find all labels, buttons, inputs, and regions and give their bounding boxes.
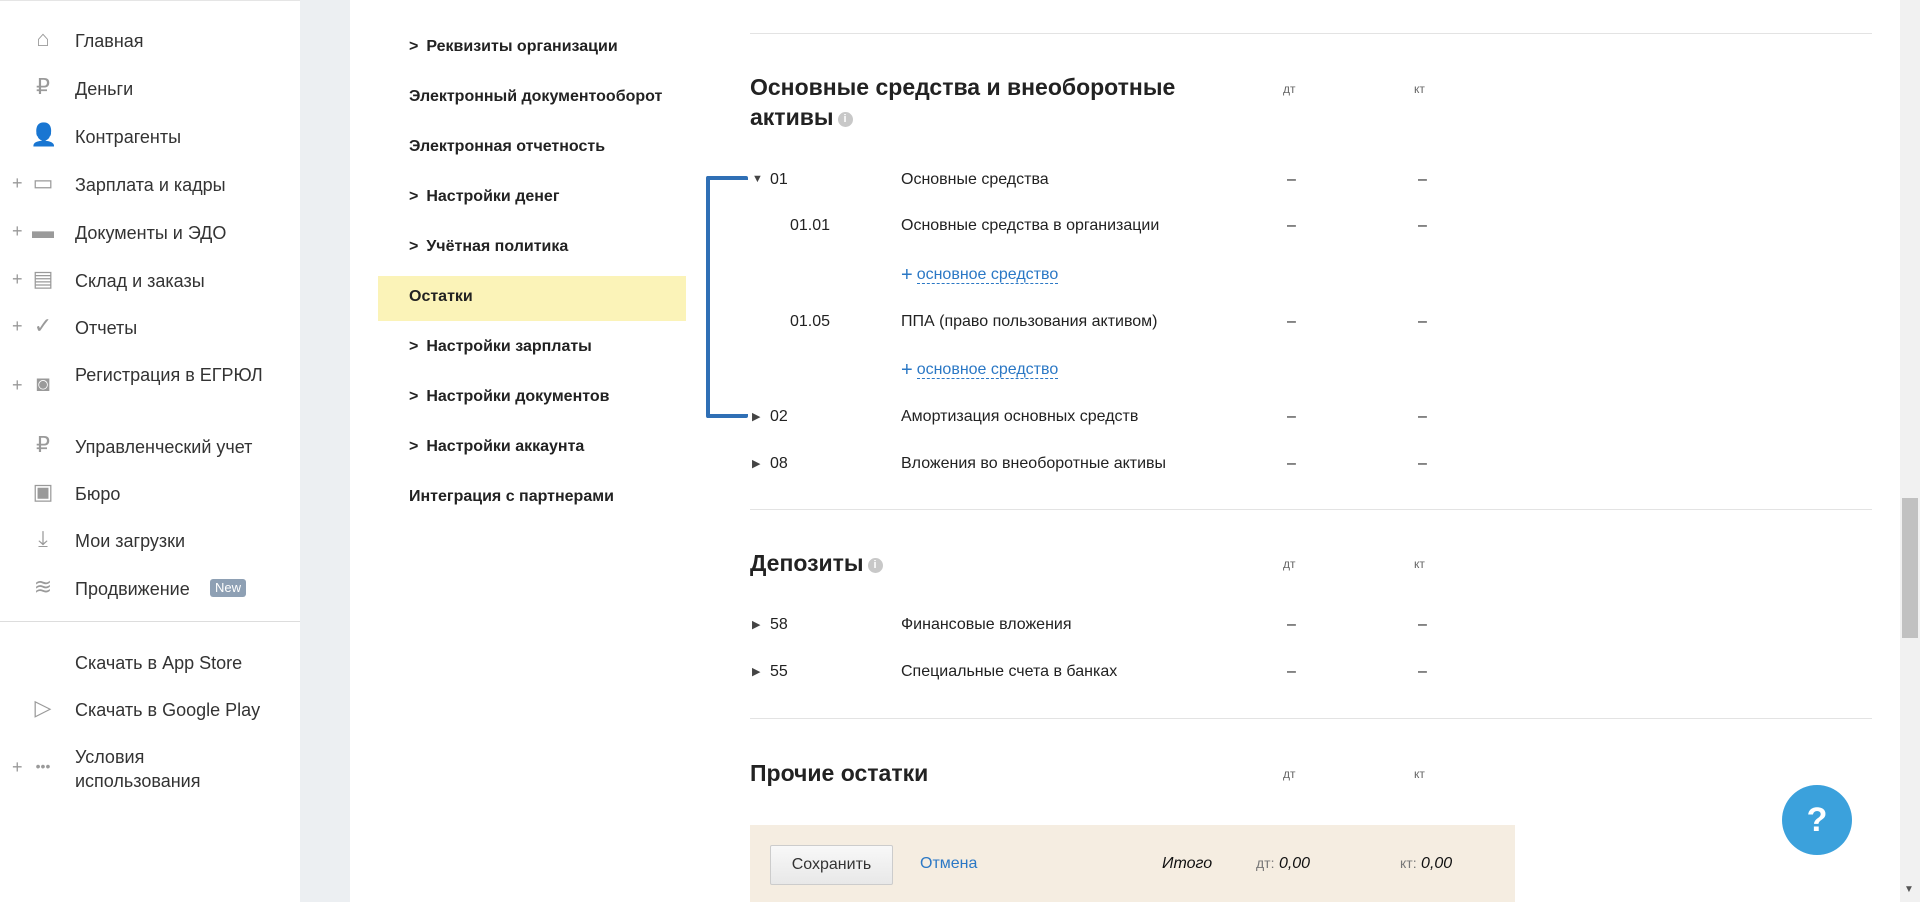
chevron-right-icon: > <box>409 438 419 455</box>
money-icon: ₽ <box>36 74 50 99</box>
settings-nav-item[interactable]: > Настройки денег <box>409 188 559 206</box>
column-kt: кт <box>1414 82 1425 96</box>
briefcase-icon: ▣ <box>32 479 54 504</box>
column-dt: дт <box>1283 767 1296 781</box>
chevron-right-icon: > <box>409 38 419 55</box>
account-row[interactable]: ▶ 02 Амортизация основных средств – – <box>750 408 1450 432</box>
expand-plus-icon[interactable]: + <box>12 757 23 778</box>
settings-nav-item[interactable]: > Учётная политика <box>409 238 568 256</box>
scrollbar[interactable] <box>1900 0 1920 902</box>
sidebar-item[interactable]: ▣ Бюро <box>0 478 300 508</box>
sidebar-item[interactable]: 👤 Контрагенты <box>0 121 300 151</box>
column-kt: кт <box>1414 557 1425 571</box>
settings-nav-item[interactable]: > Настройки документов <box>409 388 609 406</box>
section-title-other: Прочие остатки <box>750 760 929 786</box>
sidebar-item[interactable]: ≋ Продвижение New <box>0 573 300 603</box>
caret-right-icon[interactable]: ▶ <box>752 457 760 470</box>
sidebar-item[interactable]: ₽ Управленческий учет <box>0 431 300 461</box>
chevron-right-icon: > <box>409 338 419 355</box>
account-row[interactable]: ▶ 58 Финансовые вложения – – <box>750 616 1450 640</box>
settings-nav-item[interactable]: > Реквизиты организации <box>409 38 618 56</box>
report-icon: ✓ <box>33 313 53 338</box>
chevron-right-icon: > <box>409 238 419 255</box>
sidebar-item[interactable]: ⤓ Мои загрузки <box>0 525 300 555</box>
sidebar-item[interactable]: ⌂ Главная <box>0 25 300 55</box>
column-kt: кт <box>1414 767 1425 781</box>
registration-icon: ◙ <box>36 371 50 396</box>
wallet-icon: ▭ <box>32 170 54 195</box>
expand-plus-icon[interactable]: + <box>12 269 23 290</box>
sidebar-item[interactable]: + ▬ Документы и ЭДО <box>0 217 300 247</box>
expand-plus-icon[interactable]: + <box>12 221 23 242</box>
sidebar-divider <box>0 621 300 622</box>
add-fixed-asset-link[interactable]: + основное средство <box>901 359 1059 382</box>
account-row[interactable]: ▶ 55 Специальные счета в банках – – <box>750 663 1450 687</box>
settings-nav-item[interactable]: Остатки <box>409 288 473 306</box>
account-row[interactable]: 01.01 Основные средства в организации – – <box>750 217 1450 241</box>
cart-icon: ▤ <box>32 266 54 291</box>
help-button[interactable]: ? <box>1782 785 1852 855</box>
caret-down-icon[interactable]: ▼ <box>752 173 763 185</box>
plus-icon: + <box>901 359 913 381</box>
divider <box>750 33 1872 34</box>
account-row[interactable]: ▼ 01 Основные средства – – <box>750 171 1450 195</box>
folder-icon: ▬ <box>32 218 54 243</box>
sidebar-item[interactable]: + ••• Условия использования <box>0 741 300 793</box>
chart-icon: ≋ <box>33 574 53 599</box>
account-row[interactable]: 01.05 ППА (право пользования активом) – – <box>750 313 1450 337</box>
sidebar-gutter <box>300 0 350 902</box>
sidebar-item[interactable]: + ▭ Зарплата и кадры <box>0 169 300 199</box>
info-icon[interactable]: i <box>867 558 883 573</box>
divider <box>750 509 1872 510</box>
sidebar-item[interactable]: Скачать в App Store <box>0 647 300 677</box>
download-icon: ⤓ <box>38 526 48 551</box>
expand-plus-icon[interactable]: + <box>12 375 23 396</box>
caret-right-icon[interactable]: ▶ <box>752 618 760 631</box>
divider <box>750 718 1872 719</box>
sidebar-item[interactable]: ₽ Деньги <box>0 73 300 103</box>
section-title-deposits: Депозиты i <box>750 548 883 578</box>
total-kt: кт: 0,00 <box>1400 855 1453 872</box>
annotation-bracket <box>706 176 748 418</box>
expand-plus-icon[interactable]: + <box>12 316 23 337</box>
save-button[interactable]: Сохранить <box>770 845 893 885</box>
settings-nav-item[interactable]: > Настройки аккаунта <box>409 438 584 456</box>
google-play-icon: ▷ <box>34 695 52 720</box>
plus-icon: + <box>901 264 913 286</box>
chevron-right-icon: > <box>409 188 419 205</box>
section-title-fixed-assets: Основные средства и внеоборотные активы i <box>750 74 1176 130</box>
apple-icon <box>30 649 56 673</box>
home-icon: ⌂ <box>36 26 50 51</box>
caret-right-icon[interactable]: ▶ <box>752 410 760 423</box>
sidebar-item[interactable]: + ◙ Регистрация в ЕГРЮЛ <box>0 359 300 411</box>
total-dt: дт: 0,00 <box>1256 855 1311 872</box>
settings-nav-item[interactable]: Электронный документооборот <box>409 88 662 106</box>
caret-right-icon[interactable]: ▶ <box>752 665 760 678</box>
scroll-down-arrow[interactable]: ▼ <box>1904 884 1914 895</box>
contractors-icon: 👤 <box>30 122 58 147</box>
settings-nav-item[interactable]: Электронная отчетность <box>409 138 605 156</box>
chevron-right-icon: > <box>409 388 419 405</box>
column-dt: дт <box>1283 557 1296 571</box>
sidebar-item[interactable]: ▷ Скачать в Google Play <box>0 694 300 724</box>
new-badge: New <box>210 579 247 597</box>
main-sidebar: ⌂ Главная ₽ Деньги 👤 Контрагенты + ▭ Зарплата и … <box>0 0 300 902</box>
cancel-link[interactable]: Отмена <box>920 855 977 873</box>
sidebar-item[interactable]: + ✓ Отчеты <box>0 312 300 342</box>
settings-nav-item[interactable]: Интеграция с партнерами <box>409 488 614 506</box>
info-icon[interactable]: i <box>837 112 853 127</box>
account-row[interactable]: ▶ 08 Вложения во внеоборотные активы – – <box>750 455 1450 479</box>
sidebar-item[interactable]: + ▤ Склад и заказы <box>0 265 300 295</box>
management-icon: ₽ <box>36 432 50 457</box>
expand-plus-icon[interactable]: + <box>12 173 23 194</box>
scrollbar-thumb[interactable] <box>1902 498 1918 638</box>
settings-nav-item[interactable]: > Настройки зарплаты <box>409 338 592 356</box>
column-dt: дт <box>1283 82 1296 96</box>
more-icon: ••• <box>35 758 51 774</box>
total-label: Итого <box>1162 855 1213 872</box>
add-fixed-asset-link[interactable]: + основное средство <box>901 264 1059 287</box>
